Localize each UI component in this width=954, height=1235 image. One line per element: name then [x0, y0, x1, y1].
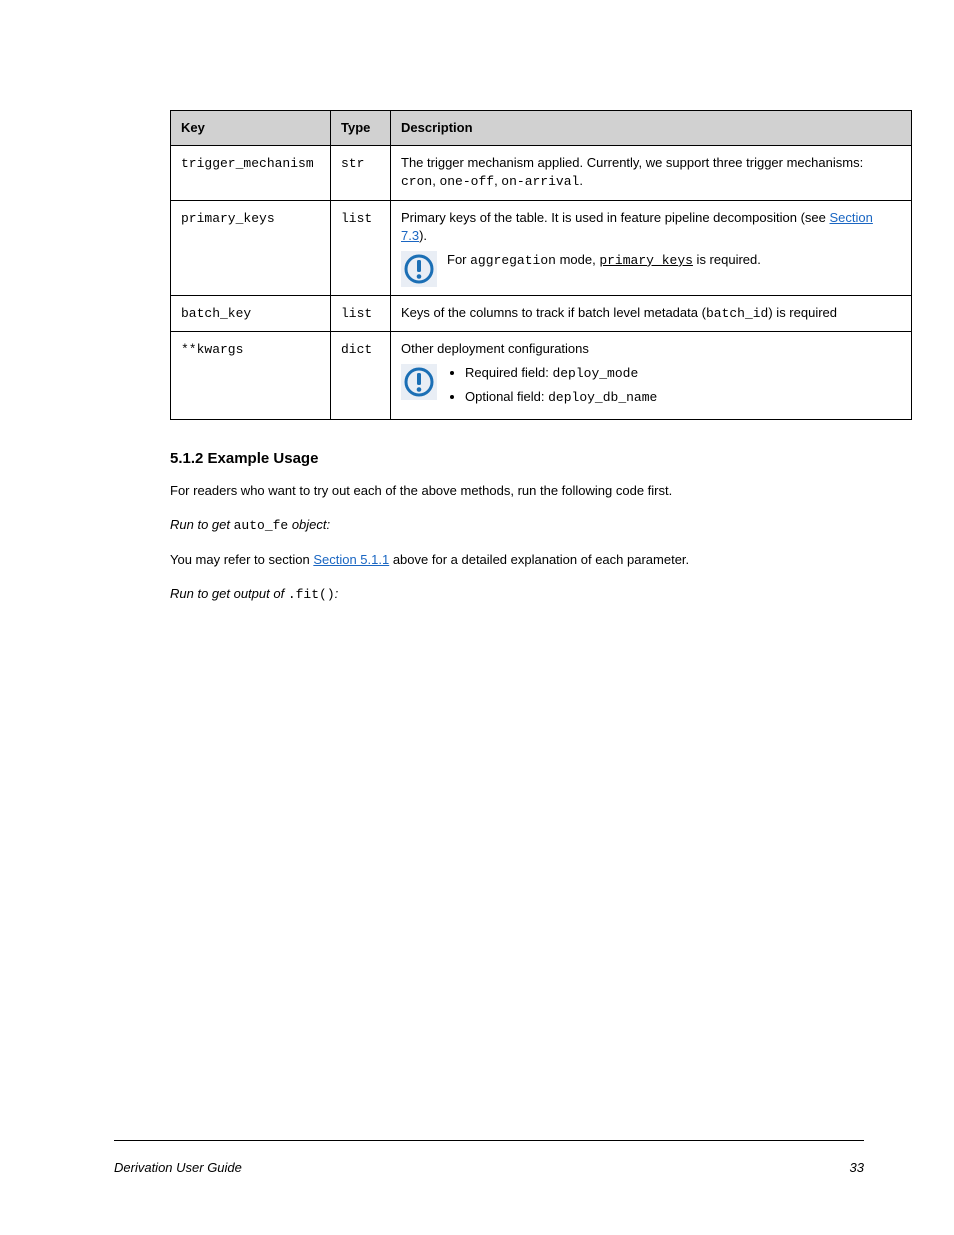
- table-header-row: Key Type Description: [171, 111, 912, 146]
- paragraph: For readers who want to try out each of …: [170, 481, 910, 501]
- run-heading: Run to get auto_fe object:: [170, 515, 910, 536]
- run-heading: Run to get output of .fit():: [170, 584, 910, 605]
- desc-kwargs: Other deployment configurations Required…: [391, 332, 912, 420]
- page-footer: Derivation User Guide 33: [114, 1160, 864, 1175]
- col-type-header: Type: [331, 111, 391, 146]
- list-item: Optional field: deploy_db_name: [465, 388, 901, 407]
- type-str: str: [341, 156, 364, 171]
- paragraph: You may refer to section Section 5.1.1 a…: [170, 550, 910, 570]
- link-section-5-1-1[interactable]: Section 5.1.1: [313, 552, 389, 567]
- footer-divider: [114, 1140, 864, 1141]
- param-kwargs: **kwargs: [181, 342, 243, 357]
- col-key-header: Key: [171, 111, 331, 146]
- table-row: **kwargs dict Other deployment configura…: [171, 332, 912, 420]
- info-icon: [401, 251, 437, 287]
- parameter-table: Key Type Description trigger_mechanism s…: [170, 110, 912, 420]
- desc-batch-key: Keys of the columns to track if batch le…: [391, 295, 912, 331]
- col-desc-header: Description: [391, 111, 912, 146]
- table-row: trigger_mechanism str The trigger mechan…: [171, 146, 912, 200]
- table-row: primary_keys list Primary keys of the ta…: [171, 200, 912, 295]
- type-list: list: [341, 211, 372, 226]
- section-heading-example-usage: 5.1.2 Example Usage: [170, 450, 864, 467]
- param-batch-key: batch_key: [181, 306, 251, 321]
- param-trigger-mechanism: trigger_mechanism: [181, 156, 314, 171]
- footer-page-number: 33: [850, 1160, 864, 1175]
- param-primary-keys: primary_keys: [181, 211, 275, 226]
- footer-title: Derivation User Guide: [114, 1160, 242, 1175]
- table-row: batch_key list Keys of the columns to tr…: [171, 295, 912, 331]
- info-icon: [401, 364, 437, 400]
- desc-primary: Primary keys of the table. It is used in…: [391, 200, 912, 295]
- type-list: list: [341, 306, 372, 321]
- type-dict: dict: [341, 342, 372, 357]
- list-item: Required field: deploy_mode: [465, 364, 901, 383]
- desc-trigger: The trigger mechanism applied. Currently…: [391, 146, 912, 200]
